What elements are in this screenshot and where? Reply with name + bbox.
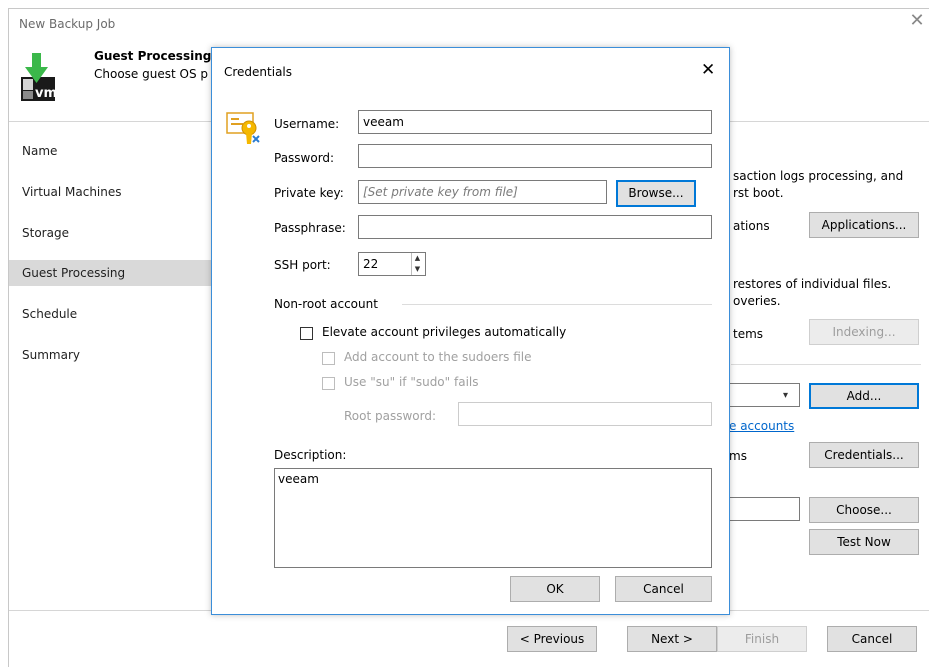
spin-down-icon[interactable]: ▼ [412, 264, 423, 275]
cancel-button[interactable]: Cancel [827, 626, 917, 652]
add-to-sudoers-checkbox[interactable] [322, 352, 335, 365]
close-icon[interactable]: ✕ [909, 12, 925, 30]
password-label: Password: [274, 151, 335, 165]
choose-button[interactable]: Choose... [809, 497, 919, 523]
dialog-cancel-button[interactable]: Cancel [615, 576, 712, 602]
ssh-port-label: SSH port: [274, 258, 331, 272]
manage-accounts-link[interactable]: e accounts [729, 419, 794, 433]
root-password-field[interactable] [458, 402, 712, 426]
processing-description-line1: saction logs processing, and [733, 169, 904, 183]
root-password-label: Root password: [344, 409, 437, 423]
ssh-port-spinner[interactable]: ▲ ▼ [411, 253, 423, 275]
guest-credentials-select[interactable]: ▾ [729, 383, 800, 407]
elevate-privileges-checkbox[interactable] [300, 327, 313, 340]
username-label: Username: [274, 117, 339, 131]
next-button[interactable]: Next > [627, 626, 717, 652]
svg-text:vm: vm [35, 86, 57, 101]
dialog-title: Credentials [224, 65, 293, 79]
previous-button[interactable]: < Previous [507, 626, 597, 652]
password-field[interactable] [358, 144, 712, 168]
guest-interaction-proxy-field[interactable] [729, 497, 800, 521]
nav-item-guest-processing[interactable]: Guest Processing [9, 260, 214, 286]
use-su-label: Use "su" if "sudo" fails [344, 375, 479, 389]
group-divider [402, 304, 712, 305]
close-icon[interactable]: ✕ [701, 60, 715, 80]
page-subtitle: Choose guest OS p [94, 67, 208, 81]
credentials-button[interactable]: Credentials... [809, 442, 919, 468]
browse-button[interactable]: Browse... [616, 180, 696, 207]
ssh-port-stepper[interactable]: 22 ▲ ▼ [358, 252, 426, 276]
applications-label: ations [733, 219, 770, 233]
nav-item-summary[interactable]: Summary [9, 342, 214, 368]
nav-item-virtual-machines[interactable]: Virtual Machines [9, 179, 214, 205]
passphrase-label: Passphrase: [274, 221, 346, 235]
credentials-dialog: Credentials ✕ Username: veeam Password: … [211, 47, 730, 615]
private-key-field[interactable]: [Set private key from file] [358, 180, 607, 204]
credentials-key-icon [225, 108, 261, 144]
passphrase-field[interactable] [358, 215, 712, 239]
username-field[interactable]: veeam [358, 110, 712, 134]
chevron-down-icon: ▾ [783, 390, 789, 401]
indexing-label: tems [733, 327, 764, 341]
nonroot-group-label: Non-root account [274, 297, 378, 311]
finish-button[interactable]: Finish [717, 626, 807, 652]
nav-item-schedule[interactable]: Schedule [9, 301, 214, 327]
add-credentials-button[interactable]: Add... [809, 383, 919, 409]
add-to-sudoers-label: Add account to the sudoers file [344, 350, 532, 364]
nav-item-name[interactable]: Name [9, 138, 214, 164]
ok-button[interactable]: OK [510, 576, 600, 602]
window-title: New Backup Job [19, 17, 116, 31]
use-su-checkbox[interactable] [322, 377, 335, 390]
indexing-button[interactable]: Indexing... [809, 319, 919, 345]
private-key-label: Private key: [274, 186, 344, 200]
username-label-text: Username: [274, 117, 340, 131]
indexing-description-line2: overies. [733, 294, 781, 308]
spin-up-icon[interactable]: ▲ [412, 253, 423, 264]
credentials-label: ms [729, 449, 747, 463]
backup-job-icon: vm [17, 53, 57, 103]
processing-description-line2: rst boot. [733, 186, 784, 200]
page-title: Guest Processing [94, 49, 212, 63]
ssh-port-value: 22 [363, 257, 379, 271]
test-now-button[interactable]: Test Now [809, 529, 919, 555]
description-textarea[interactable] [274, 468, 712, 568]
nav-item-storage[interactable]: Storage [9, 220, 214, 246]
applications-button[interactable]: Applications... [809, 212, 919, 238]
elevate-privileges-label[interactable]: Elevate account privileges automatically [322, 325, 566, 339]
indexing-description-line1: restores of individual files. [733, 277, 892, 291]
section-divider [731, 364, 921, 365]
description-label: Description: [274, 448, 347, 462]
